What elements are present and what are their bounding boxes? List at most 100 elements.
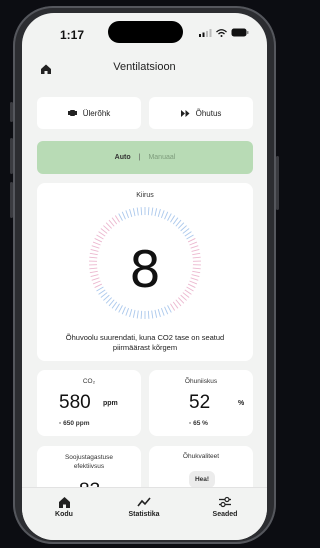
- status-time: 1:17: [60, 28, 85, 42]
- dial-tick: [160, 307, 165, 316]
- tab-bar: Kodu Statistika Seaded: [22, 487, 267, 540]
- dial-tick: [167, 213, 172, 221]
- speed-title: Kiirus: [136, 192, 154, 199]
- dial-tick: [186, 234, 194, 240]
- wifi-icon: [216, 28, 227, 37]
- overpressure-label: Ülerõhk: [82, 108, 111, 118]
- heat-recovery-title: Soojustagastuse efektiivsus: [64, 454, 114, 470]
- overpressure-button[interactable]: Ülerõhk: [37, 97, 141, 129]
- dial-tick: [170, 303, 176, 311]
- humidity-unit: %: [238, 400, 245, 407]
- humidity-title: Õhuniiskus: [184, 378, 218, 385]
- action-buttons: Ülerõhk Õhutus: [37, 97, 253, 129]
- dial-tick: [96, 234, 104, 240]
- dial-tick: [111, 301, 118, 309]
- co2-limit: 650 ppm: [63, 420, 90, 427]
- dial-tick: [108, 299, 115, 307]
- co2-unit: ppm: [103, 400, 118, 407]
- dial-tick: [151, 207, 154, 216]
- humidity-card[interactable]: Õhuniiskus 52 % ▫ 65 %: [149, 370, 253, 436]
- airing-label: Õhutus: [195, 108, 222, 118]
- dial-tick: [105, 222, 112, 229]
- dial-tick: [103, 225, 110, 232]
- dial-tick: [160, 210, 165, 219]
- humidity-limit-wrap: ▫ 65 %: [189, 420, 208, 427]
- speed-value: 8: [129, 241, 161, 299]
- dial-tick: [114, 303, 120, 311]
- tab-statistics-label: Statistika: [128, 511, 160, 518]
- mode-auto[interactable]: Auto: [115, 154, 131, 161]
- volume-up-button: [10, 138, 13, 174]
- co2-limit-wrap: ▫ 650 ppm: [59, 420, 90, 427]
- dial-tick: [157, 209, 161, 217]
- dial-tick: [180, 225, 187, 232]
- sliders-icon: [219, 496, 231, 508]
- mode-toggle: Auto | Manuaal: [37, 141, 253, 174]
- dial-tick: [178, 222, 185, 229]
- speed-description: Õhuvoolu suurendati, kuna CO2 tase on se…: [65, 333, 225, 352]
- dial-tick: [136, 310, 139, 319]
- dial-tick: [121, 211, 126, 220]
- dial-tick: [118, 305, 123, 313]
- page-title: Ventilatsioon: [113, 61, 176, 73]
- tab-settings-label: Seaded: [212, 511, 238, 518]
- signal-icon: [199, 28, 212, 37]
- dial-tick: [172, 301, 179, 309]
- humidity-limit: 65 %: [193, 420, 208, 427]
- dial-tick: [147, 310, 150, 319]
- dial-tick: [151, 310, 154, 319]
- airing-button[interactable]: Õhutus: [149, 97, 253, 129]
- dial-tick: [108, 219, 115, 227]
- dial-tick: [132, 208, 136, 217]
- tab-home[interactable]: Kodu: [34, 496, 94, 518]
- dial-tick: [164, 211, 169, 220]
- page-header: Ventilatsioon: [22, 57, 267, 81]
- dial-tick: [118, 213, 123, 221]
- fast-forward-icon: [180, 109, 190, 117]
- dial-tick: [157, 309, 161, 317]
- dial-tick: [147, 207, 150, 216]
- co2-card[interactable]: CO₂ 580 ppm ▫ 650 ppm: [37, 370, 141, 436]
- dial-tick: [136, 207, 139, 216]
- dial-tick: [184, 231, 192, 237]
- dial-tick: [98, 231, 106, 237]
- dynamic-island: [108, 21, 183, 43]
- dial-tick: [170, 215, 176, 223]
- dial-tick: [140, 310, 143, 319]
- dial-tick: [182, 228, 190, 234]
- dial-tick: [121, 306, 126, 315]
- dial-tick: [154, 309, 158, 318]
- volume-down-button: [10, 182, 13, 218]
- battery-icon: [231, 28, 249, 37]
- co2-value: 580: [59, 392, 91, 413]
- dial-tick: [175, 299, 182, 307]
- chart-icon: [137, 497, 151, 507]
- dial-tick: [114, 215, 120, 223]
- dial-tick: [140, 207, 143, 216]
- mute-switch: [10, 102, 13, 122]
- dial-tick: [129, 209, 133, 217]
- dial-tick: [125, 307, 130, 316]
- speed-card: Kiirus 8 Õhuvoolu suurendati, kuna CO2 t…: [37, 183, 253, 361]
- mode-separator: |: [138, 154, 141, 161]
- dial-tick: [100, 228, 108, 234]
- dial-tick: [132, 309, 136, 318]
- tab-statistics[interactable]: Statistika: [114, 496, 174, 518]
- dial-tick: [175, 219, 182, 227]
- co2-title: CO₂: [82, 378, 96, 385]
- dial-tick: [125, 210, 130, 219]
- humidity-value: 52: [189, 392, 211, 413]
- fan-icon: [67, 110, 77, 116]
- tab-home-label: Kodu: [55, 511, 73, 518]
- dial-tick: [172, 217, 179, 225]
- home-icon: [58, 497, 70, 508]
- mode-manual[interactable]: Manuaal: [148, 154, 175, 161]
- dial-tick: [129, 309, 133, 317]
- dial-tick: [164, 306, 169, 315]
- app-screen: 1:17 Ventilatsioon Ülerõhk Õhutus Auto |…: [22, 13, 267, 540]
- dial-tick: [154, 208, 158, 217]
- tab-settings[interactable]: Seaded: [195, 496, 255, 518]
- power-button: [276, 156, 279, 210]
- dial-tick: [111, 217, 118, 225]
- status-bar: 1:17: [22, 13, 267, 47]
